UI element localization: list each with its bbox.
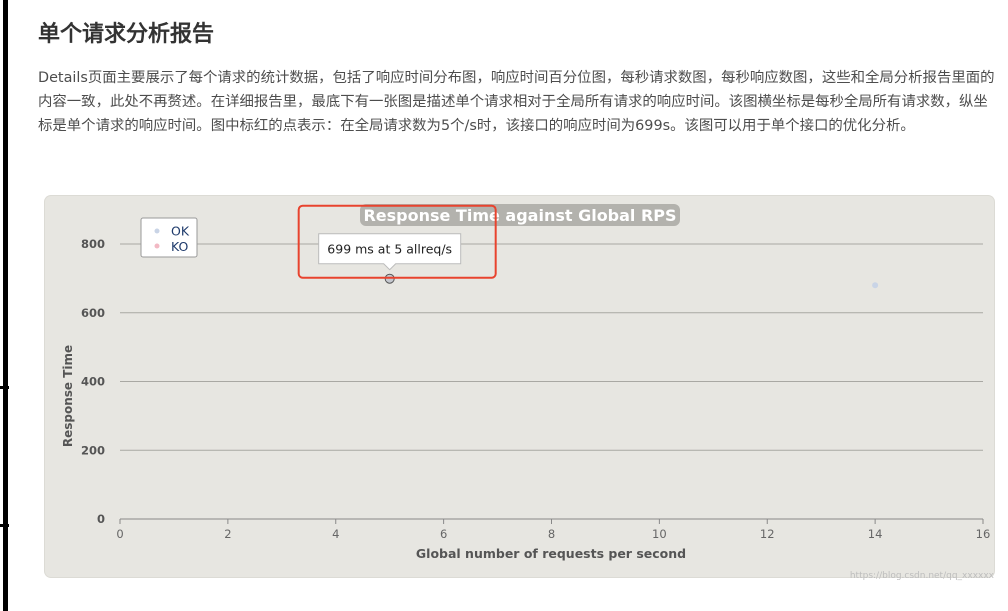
x-tick-label: 0 xyxy=(116,527,123,541)
scatter-chart: 0 200 400 600 800 0 2 4 6 8 10 12 14 16 Response Tim… xyxy=(61,204,990,561)
x-tick-label: 2 xyxy=(224,527,231,541)
x-tick-label: 8 xyxy=(548,527,555,541)
y-tick-labels: 0 200 400 600 800 xyxy=(81,237,105,526)
x-tick-label: 14 xyxy=(868,527,883,541)
grid-lines xyxy=(120,243,983,451)
legend: OK KO xyxy=(140,217,198,258)
legend-ok-label: OK xyxy=(171,224,190,239)
data-points xyxy=(384,273,879,289)
y-tick-label: 400 xyxy=(81,375,105,389)
y-tick-label: 200 xyxy=(81,443,105,457)
legend-ko-label: KO xyxy=(171,239,189,254)
left-border xyxy=(0,0,9,611)
legend-ok-marker xyxy=(154,228,160,234)
x-tick-label: 12 xyxy=(760,527,775,541)
legend-ko-marker xyxy=(154,243,160,249)
x-tick-labels: 0 2 4 6 8 10 12 14 16 xyxy=(116,519,990,541)
x-axis-label: Global number of requests per second xyxy=(416,546,686,561)
page-title: 单个请求分析报告 xyxy=(38,22,215,47)
x-tick-label: 4 xyxy=(332,527,339,541)
data-point[interactable] xyxy=(872,282,879,289)
y-tick-label: 800 xyxy=(81,237,105,251)
y-tick-label: 600 xyxy=(81,306,105,320)
watermark: https://blog.csdn.net/qq_xxxxxx xyxy=(849,571,994,581)
x-tick-label: 10 xyxy=(652,527,667,541)
x-tick-label: 16 xyxy=(976,527,991,541)
intro-paragraph: Details页面主要展示了每个请求的统计数据，包括了响应时间分布图，响应时间百… xyxy=(38,70,995,134)
x-tick-label: 6 xyxy=(440,527,447,541)
tooltip-text: 699 ms at 5 allreq/s xyxy=(327,242,452,257)
tooltip: 699 ms at 5 allreq/s xyxy=(318,233,462,271)
chart-title: Response Time against Global RPS xyxy=(363,206,676,225)
y-axis-label: Response Time xyxy=(61,345,75,447)
chart-panel: 0 200 400 600 800 0 2 4 6 8 10 12 14 16 Response Tim… xyxy=(45,196,994,577)
y-tick-label: 0 xyxy=(97,512,105,526)
